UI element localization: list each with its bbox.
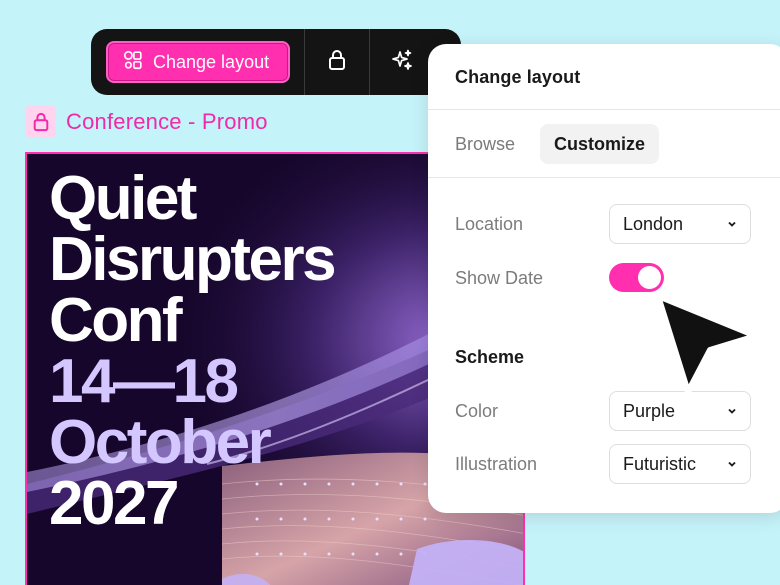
change-layout-button[interactable]: Change layout bbox=[106, 41, 290, 83]
panel-divider bbox=[428, 109, 780, 110]
illustration-value: Futuristic bbox=[623, 453, 697, 474]
location-label: Location bbox=[455, 214, 524, 234]
scheme-heading: Scheme bbox=[455, 347, 525, 367]
change-layout-panel: Change layout Browse Customize Location … bbox=[428, 44, 780, 513]
panel-divider bbox=[428, 177, 780, 178]
lock-icon bbox=[327, 49, 347, 76]
illustration-select[interactable]: Futuristic bbox=[609, 444, 751, 484]
lock-icon bbox=[25, 105, 56, 138]
headline-line: Quiet bbox=[49, 164, 197, 233]
headline-line: Conf bbox=[49, 286, 183, 355]
ai-sparkle-button[interactable] bbox=[370, 29, 434, 95]
cursor-icon bbox=[655, 293, 759, 395]
sparkle-icon bbox=[390, 48, 414, 77]
document-label: Conference - Promo bbox=[25, 105, 268, 138]
floating-toolbar: Change layout bbox=[91, 29, 461, 95]
year-line: 2027 bbox=[49, 469, 179, 538]
location-select[interactable]: London bbox=[609, 204, 751, 244]
headline-line: Disrupters bbox=[49, 225, 337, 294]
document-title: Conference - Promo bbox=[66, 108, 268, 134]
color-label: Color bbox=[455, 401, 499, 421]
location-value: London bbox=[623, 213, 684, 234]
chevron-down-icon bbox=[726, 401, 738, 422]
date-line: 14—18 bbox=[49, 347, 239, 416]
chevron-down-icon bbox=[726, 454, 738, 475]
panel-title: Change layout bbox=[455, 67, 581, 87]
toggle-knob bbox=[638, 266, 661, 289]
illustration-label: Illustration bbox=[455, 454, 538, 474]
change-layout-label: Change layout bbox=[153, 51, 270, 72]
poster-headline: Quiet Disrupters Conf 14—18 October 2027 bbox=[49, 164, 337, 538]
color-value: Purple bbox=[623, 400, 676, 421]
tab-browse[interactable]: Browse bbox=[455, 124, 515, 164]
lock-button[interactable] bbox=[305, 29, 369, 95]
chevron-down-icon bbox=[726, 214, 738, 235]
layout-icon bbox=[122, 49, 144, 76]
tab-customize[interactable]: Customize bbox=[540, 124, 660, 164]
date-line: October bbox=[49, 408, 272, 477]
show-date-label: Show Date bbox=[455, 268, 544, 288]
